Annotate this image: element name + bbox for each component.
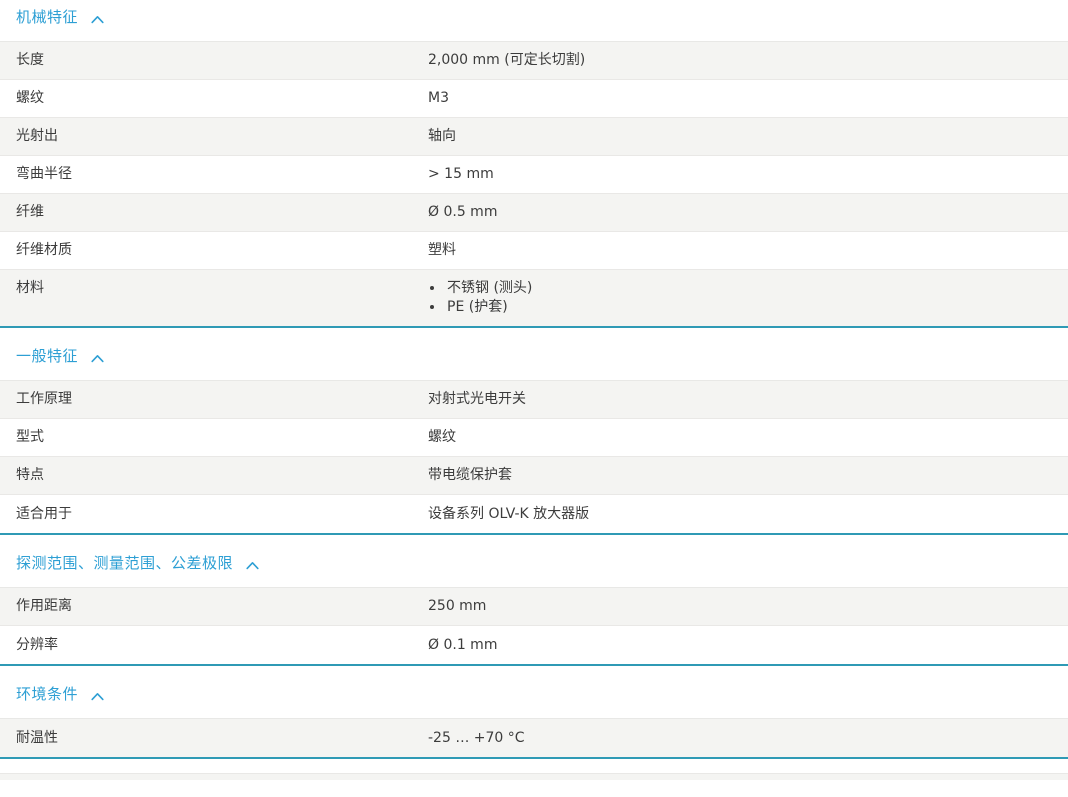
spec-row: 型式 螺纹 xyxy=(0,419,1068,457)
spec-row: 分辨率 Ø 0.1 mm xyxy=(0,626,1068,664)
spec-value: 螺纹 xyxy=(428,428,1068,447)
spec-value: M3 xyxy=(428,89,1068,108)
spec-row: 耐温性 -25 … +70 °C xyxy=(0,719,1068,757)
spec-label: 分辨率 xyxy=(0,636,428,655)
spec-label: 长度 xyxy=(0,51,428,70)
spec-value: 带电缆保护套 xyxy=(428,466,1068,485)
spec-value: Ø 0.5 mm xyxy=(428,203,1068,222)
spec-sheet: 机械特征 长度 2,000 mm (可定长切割) 螺纹 M3 光射出 轴向 弯曲… xyxy=(0,7,1068,780)
spec-row: 作用距离 250 mm xyxy=(0,588,1068,626)
section-header[interactable]: 探测范围、测量范围、公差极限 xyxy=(16,553,1068,574)
spec-section: 一般特征 工作原理 对射式光电开关 型式 螺纹 特点 带电缆保护套 适合用于 设… xyxy=(0,346,1068,535)
spec-row: 长度 2,000 mm (可定长切割) xyxy=(0,42,1068,80)
spec-label: 材料 xyxy=(0,279,428,298)
next-table-row-partial xyxy=(0,773,1068,780)
spec-row: 特点 带电缆保护套 xyxy=(0,457,1068,495)
spec-table: 工作原理 对射式光电开关 型式 螺纹 特点 带电缆保护套 适合用于 设备系列 O… xyxy=(0,380,1068,535)
spec-value: 塑料 xyxy=(428,241,1068,260)
spec-table: 耐温性 -25 … +70 °C xyxy=(0,718,1068,759)
chevron-up-icon[interactable] xyxy=(91,15,104,24)
spec-label: 作用距离 xyxy=(0,597,428,616)
bullet-item: 不锈钢 (测头) xyxy=(445,279,1052,298)
spec-row: 螺纹 M3 xyxy=(0,80,1068,118)
spec-row: 纤维材质 塑料 xyxy=(0,232,1068,270)
section-title: 一般特征 xyxy=(16,346,78,367)
spec-section: 环境条件 耐温性 -25 … +70 °C xyxy=(0,684,1068,759)
section-header[interactable]: 一般特征 xyxy=(16,346,1068,367)
spec-value: -25 … +70 °C xyxy=(428,729,1068,748)
spec-label: 光射出 xyxy=(0,127,428,146)
spec-table: 作用距离 250 mm 分辨率 Ø 0.1 mm xyxy=(0,587,1068,666)
spec-label: 特点 xyxy=(0,466,428,485)
spec-value: Ø 0.1 mm xyxy=(428,636,1068,655)
spec-table: 长度 2,000 mm (可定长切割) 螺纹 M3 光射出 轴向 弯曲半径 > … xyxy=(0,41,1068,328)
spec-value: 2,000 mm (可定长切割) xyxy=(428,51,1068,70)
spec-section: 探测范围、测量范围、公差极限 作用距离 250 mm 分辨率 Ø 0.1 mm xyxy=(0,553,1068,666)
spec-section: 机械特征 长度 2,000 mm (可定长切割) 螺纹 M3 光射出 轴向 弯曲… xyxy=(0,7,1068,328)
spec-label: 耐温性 xyxy=(0,729,428,748)
spec-label: 弯曲半径 xyxy=(0,165,428,184)
spec-row: 纤维 Ø 0.5 mm xyxy=(0,194,1068,232)
chevron-up-icon[interactable] xyxy=(91,692,104,701)
bullet-list: 不锈钢 (测头)PE (护套) xyxy=(428,279,1052,317)
section-title: 机械特征 xyxy=(16,7,78,28)
section-header[interactable]: 环境条件 xyxy=(16,684,1068,705)
spec-value: 设备系列 OLV-K 放大器版 xyxy=(428,505,1068,524)
chevron-up-icon[interactable] xyxy=(91,354,104,363)
spec-row: 适合用于 设备系列 OLV-K 放大器版 xyxy=(0,495,1068,533)
spec-row: 工作原理 对射式光电开关 xyxy=(0,381,1068,419)
spec-label: 工作原理 xyxy=(0,390,428,409)
section-header[interactable]: 机械特征 xyxy=(16,7,1068,28)
section-title: 环境条件 xyxy=(16,684,78,705)
spec-label: 纤维 xyxy=(0,203,428,222)
section-title: 探测范围、测量范围、公差极限 xyxy=(16,553,233,574)
spec-value: > 15 mm xyxy=(428,165,1068,184)
chevron-up-icon[interactable] xyxy=(246,561,259,570)
spec-row: 光射出 轴向 xyxy=(0,118,1068,156)
bullet-item: PE (护套) xyxy=(445,298,1052,317)
spec-label: 螺纹 xyxy=(0,89,428,108)
spec-value: 轴向 xyxy=(428,127,1068,146)
spec-value: 不锈钢 (测头)PE (护套) xyxy=(428,279,1068,317)
spec-label: 型式 xyxy=(0,428,428,447)
spec-value: 250 mm xyxy=(428,597,1068,616)
spec-label: 适合用于 xyxy=(0,505,428,524)
spec-row: 材料 不锈钢 (测头)PE (护套) xyxy=(0,270,1068,326)
spec-value: 对射式光电开关 xyxy=(428,390,1068,409)
spec-row: 弯曲半径 > 15 mm xyxy=(0,156,1068,194)
spec-label: 纤维材质 xyxy=(0,241,428,260)
